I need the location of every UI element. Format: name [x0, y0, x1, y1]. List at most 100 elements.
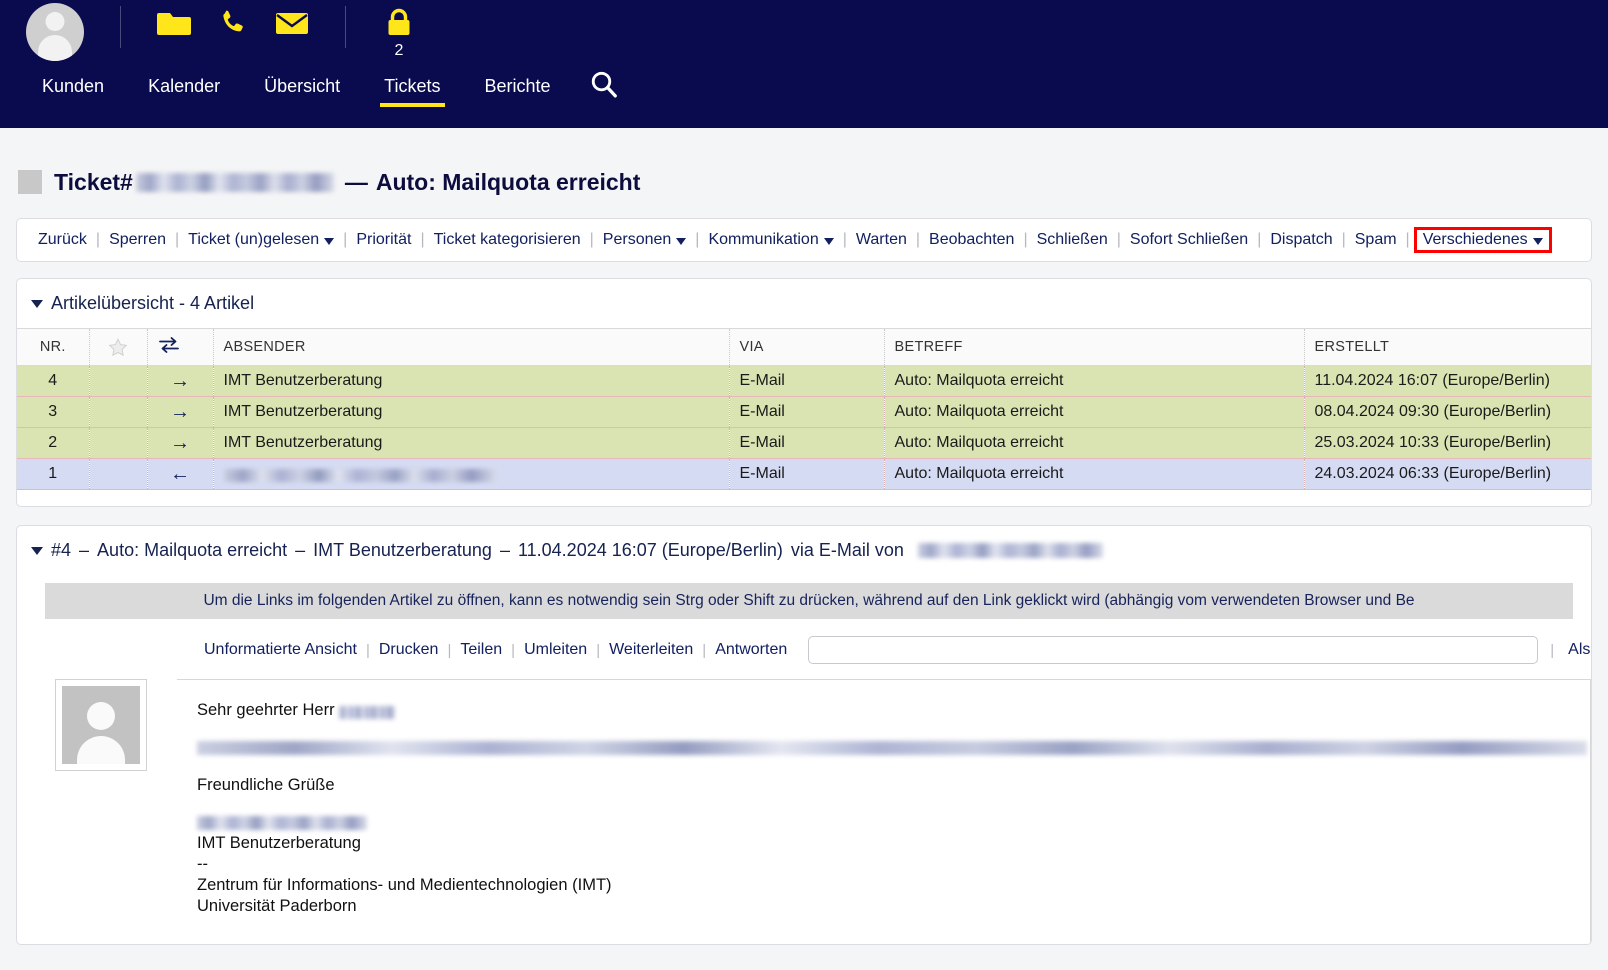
nav-quick-icons — [157, 8, 309, 38]
ticket-subject: Auto: Mailquota erreicht — [375, 168, 641, 195]
toolbar-item-dispatch[interactable]: Dispatch — [1261, 231, 1341, 249]
table-row[interactable]: 4 → IMT Benutzerberatung E-Mail Auto: Ma… — [17, 365, 1591, 397]
top-navigation-bar: 2 Kunden Kalender Übersicht Tickets Beri… — [0, 0, 1608, 128]
toolbar-item-personen[interactable]: Personen — [594, 231, 696, 249]
ticket-number-redacted — [135, 172, 334, 192]
column-header-absender[interactable]: ABSENDER — [213, 328, 730, 366]
cell-via: E-Mail — [729, 427, 885, 459]
article-link-teilen[interactable]: Teilen — [451, 641, 511, 659]
article-link-umleiten[interactable]: Umleiten — [515, 641, 596, 659]
nav-link-uebersicht[interactable]: Übersicht — [242, 72, 362, 107]
salutation-text: Sehr geehrter Herr — [197, 701, 335, 719]
toolbar-item-beobachten[interactable]: Beobachten — [920, 231, 1023, 249]
ticket-action-toolbar: Zurück | Sperren | Ticket (un)gelesen | … — [16, 218, 1592, 262]
toolbar-item-zurueck[interactable]: Zurück — [29, 231, 96, 249]
signature-name-redacted-block — [197, 816, 367, 830]
toolbar-item-ticket-kategorisieren[interactable]: Ticket kategorisieren — [425, 231, 590, 249]
article-sender: IMT Benutzerberatung — [313, 540, 492, 560]
user-avatar[interactable] — [26, 3, 84, 61]
lock-icon-button[interactable]: 2 — [382, 8, 416, 59]
cell-star[interactable] — [89, 365, 148, 397]
nav-top-row: 2 — [0, 0, 1608, 68]
nav-divider-1 — [120, 6, 121, 48]
star-icon — [100, 337, 137, 358]
article-overview-panel: Artikelübersicht - 4 Artikel NR. ABSENDE… — [16, 278, 1592, 507]
toolbar-item-ticket-ungelesen[interactable]: Ticket (un)gelesen — [179, 231, 343, 249]
toolbar-item-warten[interactable]: Warten — [847, 231, 916, 249]
signature-line: Universität Paderborn — [197, 897, 357, 915]
cell-star[interactable] — [89, 396, 148, 428]
article-from-redacted — [917, 543, 1103, 558]
table-row[interactable]: 3 → IMT Benutzerberatung E-Mail Auto: Ma… — [17, 396, 1591, 428]
arrow-left-icon: ← — [170, 463, 190, 485]
toolbar-item-sofort-schliessen[interactable]: Sofort Schließen — [1121, 231, 1257, 249]
chevron-down-icon — [823, 237, 834, 245]
table-row[interactable]: 1 ← E-Mail Auto: Mailquota erreicht 24.0… — [17, 458, 1591, 490]
article-overview-toggle[interactable]: Artikelübersicht - 4 Artikel — [17, 293, 1591, 328]
article-link-drucken[interactable]: Drucken — [370, 641, 448, 659]
column-header-erstellt[interactable]: ERSTELLT — [1304, 328, 1591, 366]
article-link-antworten[interactable]: Antworten — [706, 641, 796, 659]
cell-subject: Auto: Mailquota erreicht — [884, 365, 1305, 397]
cell-nr: 3 — [17, 396, 90, 428]
phone-icon-button[interactable] — [216, 8, 250, 38]
cell-created: 24.03.2024 06:33 (Europe/Berlin) — [1304, 458, 1591, 490]
title-separator: — — [344, 168, 368, 195]
article-header-dash: – — [79, 540, 90, 560]
message-salutation: Sehr geehrter Herr — [197, 700, 1570, 721]
cell-star[interactable] — [89, 458, 148, 490]
ticket-state-indicator — [18, 170, 42, 194]
toolbar-item-kommunikation[interactable]: Kommunikation — [699, 231, 842, 249]
chevron-down-icon — [676, 237, 687, 245]
reply-input[interactable] — [808, 636, 1539, 664]
toolbar-item-label: Dispatch — [1270, 231, 1333, 248]
column-header-direction[interactable] — [147, 328, 214, 366]
message-bubble: Sehr geehrter Herr Freundliche Grüße IMT… — [177, 679, 1591, 944]
cell-nr: 1 — [17, 458, 90, 490]
article-detail-header[interactable]: #4 – Auto: Mailquota erreicht – IMT Benu… — [17, 540, 1591, 561]
article-link-unformatierte-ansicht[interactable]: Unformatierte Ansicht — [195, 641, 366, 659]
column-header-star[interactable] — [89, 328, 148, 366]
search-icon-button[interactable] — [589, 69, 619, 110]
cell-star[interactable] — [89, 427, 148, 459]
toolbar-item-label: Ticket (un)gelesen — [188, 231, 320, 248]
toolbar-item-label: Priorität — [356, 231, 412, 248]
folder-icon — [157, 8, 191, 38]
folder-icon-button[interactable] — [157, 8, 191, 38]
toolbar-item-label: Ticket kategorisieren — [433, 231, 581, 248]
cell-subject: Auto: Mailquota erreicht — [884, 427, 1305, 459]
toolbar-item-sperren[interactable]: Sperren — [100, 231, 175, 249]
envelope-icon — [275, 8, 309, 38]
swap-icon — [158, 337, 180, 358]
cell-created: 11.04.2024 16:07 (Europe/Berlin) — [1304, 365, 1591, 397]
arrow-right-icon: → — [170, 370, 190, 392]
envelope-icon-button[interactable] — [275, 8, 309, 38]
chevron-down-icon — [31, 299, 43, 308]
ticket-number-label: Ticket# — [54, 168, 133, 195]
nav-link-tickets[interactable]: Tickets — [362, 72, 462, 107]
toolbar-item-verschiedenes[interactable]: Verschiedenes — [1413, 227, 1552, 253]
toolbar-item-schliessen[interactable]: Schließen — [1028, 231, 1117, 249]
lock-count-badge: 2 — [394, 42, 404, 59]
nav-link-kunden[interactable]: Kunden — [20, 72, 126, 107]
toolbar-item-label: Sperren — [109, 231, 166, 248]
table-row[interactable]: 2 → IMT Benutzerberatung E-Mail Auto: Ma… — [17, 427, 1591, 459]
article-link-als[interactable]: Als — [1568, 641, 1590, 659]
cell-via: E-Mail — [729, 396, 885, 428]
link-warning-notice: Um die Links im folgenden Artikel zu öff… — [45, 583, 1573, 619]
nav-link-berichte[interactable]: Berichte — [463, 72, 573, 107]
toolbar-item-prioritaet[interactable]: Priorität — [347, 231, 420, 249]
cell-direction: → — [147, 427, 214, 459]
chevron-down-icon — [1532, 237, 1543, 245]
avatar-placeholder-icon — [62, 686, 140, 764]
column-header-betreff[interactable]: BETREFF — [884, 328, 1305, 366]
column-header-via[interactable]: VIA — [729, 328, 885, 366]
nav-link-kalender[interactable]: Kalender — [126, 72, 242, 107]
article-link-separator: | — [1550, 641, 1555, 659]
signature-line: IMT Benutzerberatung — [197, 834, 361, 852]
toolbar-item-spam[interactable]: Spam — [1346, 231, 1406, 249]
sender-redacted — [223, 469, 496, 483]
column-header-nr[interactable]: NR. — [17, 328, 90, 366]
article-link-weiterleiten[interactable]: Weiterleiten — [600, 641, 702, 659]
cell-nr: 2 — [17, 427, 90, 459]
